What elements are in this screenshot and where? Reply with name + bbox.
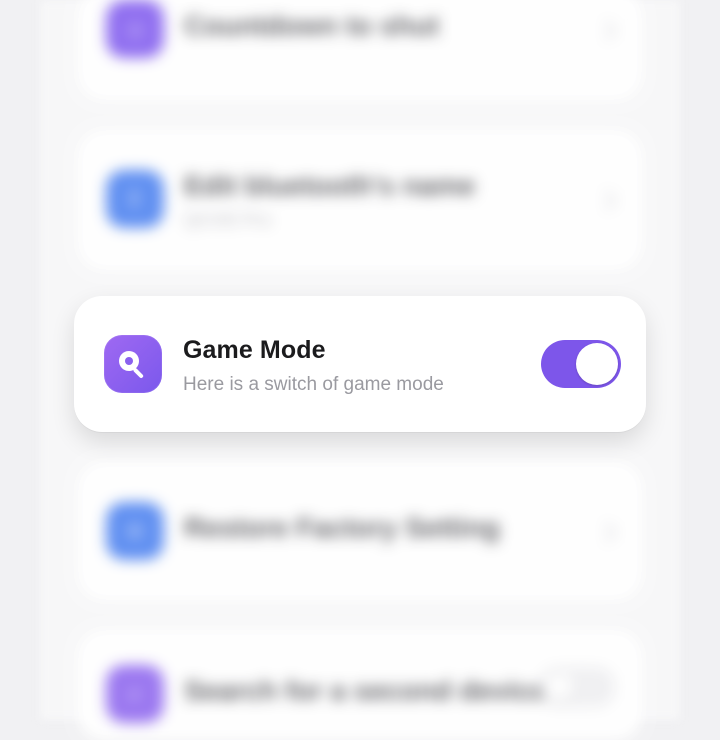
game-mode-subtitle: Here is a switch of game mode	[183, 374, 444, 395]
search-device-icon: ⌕	[106, 665, 164, 723]
setting-card-countdown-to-shut[interactable]: ◷ Countdown to shut	[78, 0, 642, 100]
setting-card-search-second-device[interactable]: ⌕ Search for a second device	[78, 630, 642, 740]
chevron-right-icon	[595, 19, 618, 42]
settings-screen: ◷ Countdown to shut ᛒ Edit bluetooth's n…	[0, 0, 720, 740]
timer-icon: ◷	[106, 0, 164, 58]
setting-card-subtitle: QCOD Pro	[184, 210, 272, 230]
setting-card-restore-factory-setting[interactable]: ⚙ Restore Factory Setting	[78, 462, 642, 600]
game-mode-icon-container	[104, 335, 162, 393]
toggle-switch[interactable]	[540, 668, 614, 706]
setting-card-edit-bluetooth-name[interactable]: ᛒ Edit bluetooth's name QCOD Pro	[78, 130, 642, 270]
chevron-right-icon	[595, 521, 618, 544]
chevron-right-icon	[595, 189, 618, 212]
game-mode-switch[interactable]	[541, 340, 621, 388]
game-mode-title: Game Mode	[183, 336, 326, 364]
settings-icon: ⚙	[106, 502, 164, 560]
bluetooth-icon: ᛒ	[106, 170, 164, 228]
game-mode-card[interactable]: Game Mode Here is a switch of game mode	[74, 296, 646, 432]
setting-card-title: Search for a second device	[184, 675, 547, 706]
switch-thumb	[576, 343, 618, 385]
search-icon	[119, 351, 144, 378]
setting-card-title: Restore Factory Setting	[184, 512, 500, 543]
setting-card-title: Countdown to shut	[184, 10, 440, 41]
setting-card-title: Edit bluetooth's name	[184, 170, 476, 201]
